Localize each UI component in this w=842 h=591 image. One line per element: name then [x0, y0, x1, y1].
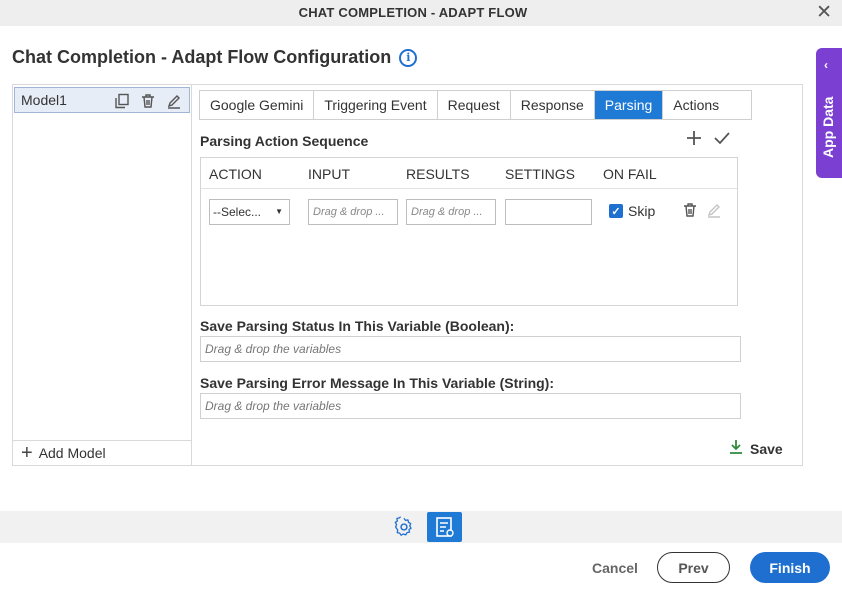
prev-button[interactable]: Prev — [657, 552, 730, 583]
table-row: --Selec... ▼ Drag & drop ... Drag & drop… — [201, 189, 737, 229]
table-header: ACTION INPUT RESULTS SETTINGS ON FAIL — [201, 158, 737, 189]
column-results: RESULTS — [406, 166, 470, 182]
column-action: ACTION — [209, 166, 262, 182]
dropdown-arrow-icon: ▼ — [275, 207, 283, 216]
save-button[interactable]: Save — [728, 439, 783, 458]
section-title: Parsing Action Sequence — [200, 133, 369, 149]
column-settings: SETTINGS — [505, 166, 576, 182]
model-list-panel: Model1 + Add Model — [13, 85, 192, 465]
skip-checkbox[interactable]: ✓ — [609, 204, 623, 218]
app-data-tab[interactable]: ‹ App Data — [816, 48, 842, 178]
action-select[interactable]: --Selec... ▼ — [209, 199, 290, 225]
error-variable-input[interactable]: Drag & drop the variables — [200, 393, 741, 419]
page-title: Chat Completion - Adapt Flow Configurati… — [12, 47, 392, 67]
tab-google-gemini[interactable]: Google Gemini — [200, 91, 315, 119]
row-trash-icon[interactable] — [681, 201, 699, 219]
check-icon[interactable] — [713, 129, 731, 147]
info-icon[interactable]: i — [399, 48, 418, 67]
cancel-button[interactable]: Cancel — [585, 552, 645, 583]
action-select-value: --Selec... — [213, 205, 262, 219]
page-heading: Chat Completion - Adapt Flow Configurati… — [12, 47, 418, 68]
model-actions — [113, 92, 183, 110]
error-variable-label: Save Parsing Error Message In This Varia… — [200, 375, 555, 391]
results-drop-field[interactable]: Drag & drop ... — [406, 199, 496, 225]
column-on-fail: ON FAIL — [603, 166, 657, 182]
status-variable-label: Save Parsing Status In This Variable (Bo… — [200, 318, 515, 334]
title-bar: CHAT COMPLETION - ADAPT FLOW ✕ — [0, 0, 842, 26]
tab-triggering-event[interactable]: Triggering Event — [314, 91, 438, 119]
tab-bar: Google Gemini Triggering Event Request R… — [199, 90, 753, 120]
model-item[interactable]: Model1 — [14, 87, 190, 113]
tab-response[interactable]: Response — [510, 91, 595, 119]
finish-button[interactable]: Finish — [750, 552, 830, 583]
chevron-left-icon: ‹ — [824, 58, 828, 72]
parsing-panel: Google Gemini Triggering Event Request R… — [193, 85, 803, 465]
download-icon — [728, 439, 744, 458]
tab-request[interactable]: Request — [437, 91, 511, 119]
row-edit-icon[interactable] — [705, 201, 723, 219]
configuration-panel: Model1 + Add Model Google Gemini Trigger… — [12, 84, 803, 466]
close-icon[interactable]: ✕ — [816, 3, 832, 22]
window-title: CHAT COMPLETION - ADAPT FLOW — [298, 5, 528, 20]
skip-label: Skip — [628, 203, 656, 219]
plus-icon: + — [21, 442, 33, 464]
add-model-label: Add Model — [38, 445, 106, 461]
trash-icon[interactable] — [139, 92, 157, 110]
document-settings-icon[interactable] — [427, 512, 462, 542]
app-data-label: App Data — [820, 96, 836, 158]
input-drop-field[interactable]: Drag & drop ... — [308, 199, 398, 225]
status-variable-input[interactable]: Drag & drop the variables — [200, 336, 741, 362]
settings-field[interactable] — [505, 199, 592, 225]
model-label: Model1 — [21, 92, 67, 108]
column-input: INPUT — [308, 166, 350, 182]
gear-icon[interactable] — [393, 516, 415, 543]
sequence-actions — [685, 129, 731, 147]
edit-icon[interactable] — [165, 92, 183, 110]
tab-parsing[interactable]: Parsing — [594, 91, 664, 119]
save-label: Save — [750, 440, 783, 457]
add-icon[interactable] — [685, 129, 703, 147]
copy-icon[interactable] — [113, 92, 131, 110]
bottom-toolbar — [0, 511, 842, 543]
parsing-table: ACTION INPUT RESULTS SETTINGS ON FAIL --… — [200, 157, 738, 306]
add-model-button[interactable]: + Add Model — [13, 440, 191, 465]
tab-actions[interactable]: Actions — [663, 91, 752, 119]
